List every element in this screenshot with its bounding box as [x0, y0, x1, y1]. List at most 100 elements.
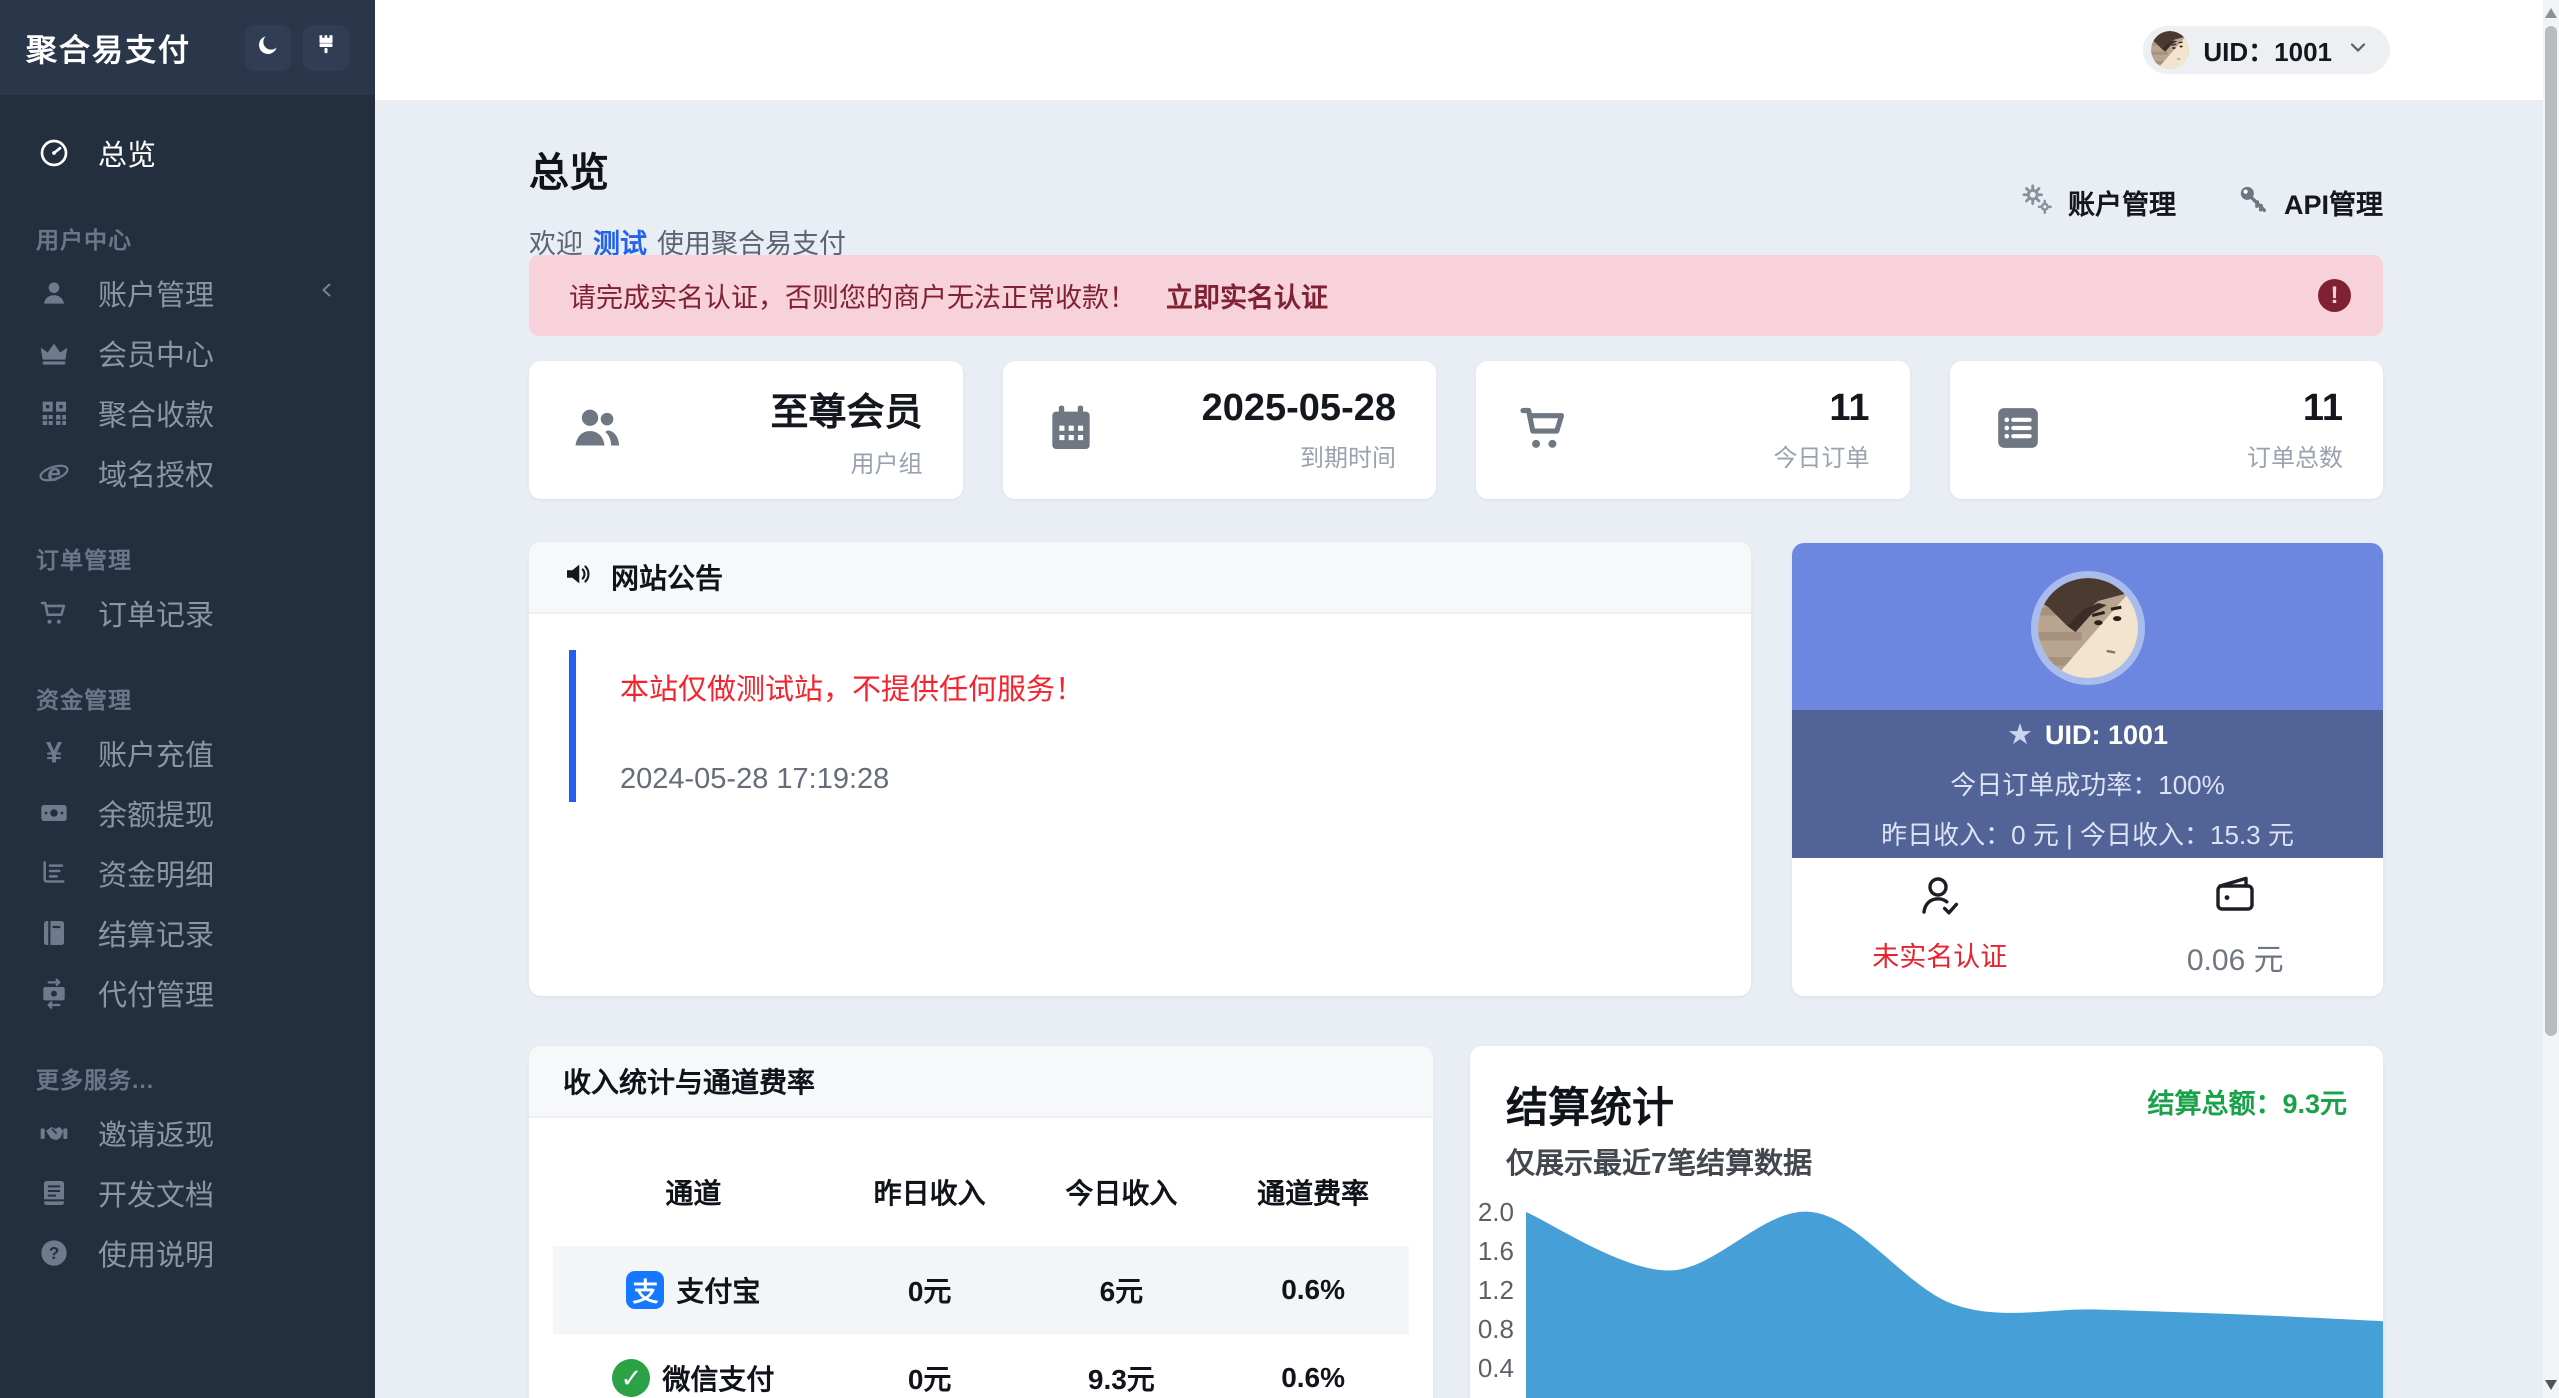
sidebar-item-membership[interactable]: 会员中心 [0, 323, 375, 383]
scroll-up-arrow-icon[interactable] [2545, 8, 2557, 18]
account-manage-label: 账户管理 [2068, 183, 2176, 222]
calendar-icon [1043, 400, 1099, 461]
chart-y-tick-label: 1.2 [1470, 1275, 1514, 1306]
announcement-header: 网站公告 [529, 542, 1751, 614]
page-title: 总览 [529, 140, 846, 198]
balance-cell: 0.06 元 [2088, 858, 2384, 996]
today-income: 9.3元 [1025, 1334, 1217, 1398]
sidebar-item-fund-details[interactable]: 资金明细 [0, 843, 375, 903]
settlement-chart-card: 结算统计 结算总额：9.3元 仅展示最近7笔结算数据 2.0 1.6 1.2 0.8 0… [1470, 1046, 2383, 1398]
question-circle-icon: ? [36, 1235, 72, 1271]
sidebar-item-label: 会员中心 [98, 332, 214, 374]
users-icon [569, 400, 625, 461]
settlement-total: 结算总额：9.3元 [2147, 1082, 2347, 1121]
col-channel: 通道 [553, 1154, 834, 1246]
channel-name: 支付宝 [676, 1270, 760, 1310]
sidebar-item-label: 结算记录 [98, 912, 214, 954]
stat-label: 用户组 [770, 444, 922, 479]
gears-icon [2020, 182, 2054, 223]
stat-label: 到期时间 [1202, 438, 1396, 473]
uid-label: UID：1001 [2203, 32, 2332, 69]
theme-button[interactable] [303, 25, 349, 71]
income-table: 通道 昨日收入 今日收入 通道费率 支支付宝 0元 6元 0.6% ✓微信支付 [553, 1154, 1409, 1398]
speaker-icon [563, 558, 595, 597]
sidebar-item-label: 使用说明 [98, 1232, 214, 1274]
sidebar-section-order-management: 订单管理 [0, 541, 375, 575]
sidebar-item-account[interactable]: 账户管理 [0, 263, 375, 323]
sidebar-item-label: 代付管理 [98, 972, 214, 1014]
user-menu-button[interactable]: UID：1001 [2143, 26, 2390, 74]
income-table-header: 收入统计与通道费率 [529, 1046, 1433, 1118]
sidebar-item-user-guide[interactable]: ? 使用说明 [0, 1223, 375, 1283]
sidebar-section-user-center: 用户中心 [0, 221, 375, 255]
topbar: UID：1001 [375, 0, 2543, 101]
chart-y-tick-label: 1.6 [1470, 1236, 1514, 1267]
api-manage-link[interactable]: API管理 [2236, 182, 2383, 223]
profile-uid-value: UID: 1001 [2045, 720, 2168, 750]
verify-status-cell[interactable]: 未实名认证 [1792, 858, 2088, 996]
sidebar-item-domain-auth[interactable]: e 域名授权 [0, 443, 375, 503]
table-row: 支支付宝 0元 6元 0.6% [553, 1246, 1409, 1334]
svg-text:¥: ¥ [46, 737, 63, 769]
settlement-chart: 2.0 1.6 1.2 0.8 0.4 [1470, 1196, 2383, 1398]
sidebar-item-aggregate-collection[interactable]: 聚合收款 [0, 383, 375, 443]
alert-message: 请完成实名认证，否则您的商户无法正常收款！ [569, 276, 1136, 315]
stat-label: 订单总数 [2247, 438, 2343, 473]
sidebar-item-order-records[interactable]: 订单记录 [0, 583, 375, 643]
scroll-down-arrow-icon[interactable] [2545, 1380, 2557, 1390]
settlement-title: 结算统计 [1506, 1074, 1674, 1135]
announcement-item: 本站仅做测试站，不提供任何服务！ 2024-05-28 17:19:28 [569, 650, 1711, 802]
paint-brush-icon [313, 32, 339, 63]
dark-mode-toggle-button[interactable] [245, 25, 291, 71]
cart-icon [36, 595, 72, 631]
chevron-down-icon [2346, 35, 2370, 66]
sidebar-item-label: 邀请返现 [98, 1112, 214, 1154]
col-today: 今日收入 [1025, 1154, 1217, 1246]
announcement-text: 本站仅做测试站，不提供任何服务！ [620, 666, 1711, 708]
wallet-icon [2211, 872, 2259, 925]
profile-success-rate: 今日订单成功率：100% [1950, 765, 2225, 802]
cart-icon [1516, 400, 1572, 461]
yesterday-income: 0元 [834, 1246, 1026, 1334]
avatar [2151, 31, 2189, 69]
star-icon: ★ [2007, 719, 2033, 751]
channel-rate: 0.6% [1217, 1246, 1409, 1334]
sidebar-item-label: 域名授权 [98, 452, 214, 494]
sidebar-item-dev-docs[interactable]: 开发文档 [0, 1163, 375, 1223]
sidebar-item-invite-rebate[interactable]: 邀请返现 [0, 1103, 375, 1163]
profile-banner [1792, 543, 2383, 710]
announcement-title: 网站公告 [611, 557, 723, 597]
sidebar-item-withdraw[interactable]: 余额提现 [0, 783, 375, 843]
channel-rate: 0.6% [1217, 1334, 1409, 1398]
chart-y-tick-label: 0.8 [1470, 1314, 1514, 1345]
account-manage-link[interactable]: 账户管理 [2020, 182, 2176, 223]
stat-value: 11 [2247, 387, 2343, 430]
chart-lines-icon [36, 855, 72, 891]
sidebar-item-recharge[interactable]: ¥ 账户充值 [0, 723, 375, 783]
sidebar-item-payout-management[interactable]: 代付管理 [0, 963, 375, 1023]
api-manage-label: API管理 [2284, 183, 2383, 222]
stat-card-today-orders: 11 今日订单 [1476, 361, 1910, 499]
app-logo[interactable]: 聚合易支付 [26, 25, 233, 70]
sidebar-item-label: 聚合收款 [98, 392, 214, 434]
chart-y-tick-label: 0.4 [1470, 1353, 1514, 1384]
scrollbar[interactable] [2543, 0, 2559, 1398]
main-content: 总览 欢迎测试使用聚合易支付 账户管理 API管理 请完成实名认证，否则您的商户… [375, 100, 2543, 1398]
settlement-subtitle: 仅展示最近7笔结算数据 [1506, 1140, 1812, 1182]
avatar [2031, 571, 2145, 685]
money-transfer-icon [36, 975, 72, 1011]
sidebar-item-settlement-records[interactable]: 结算记录 [0, 903, 375, 963]
table-row: ✓微信支付 0元 9.3元 0.6% [553, 1334, 1409, 1398]
alipay-icon: 支 [626, 1271, 664, 1309]
globe-e-icon: e [36, 455, 72, 491]
journal-icon [36, 915, 72, 951]
verify-alert: 请完成实名认证，否则您的商户无法正常收款！ 立即实名认证 ! [529, 255, 2383, 336]
chart-y-tick-label: 2.0 [1470, 1197, 1514, 1228]
dashboard-icon [36, 135, 72, 171]
announcement-card: 网站公告 本站仅做测试站，不提供任何服务！ 2024-05-28 17:19:2… [529, 542, 1751, 996]
book-icon [36, 1175, 72, 1211]
scrollbar-thumb[interactable] [2545, 26, 2557, 1036]
verify-now-link[interactable]: 立即实名认证 [1166, 276, 1328, 315]
sidebar-item-overview[interactable]: 总览 [0, 123, 375, 183]
income-table-card: 收入统计与通道费率 通道 昨日收入 今日收入 通道费率 支支付宝 0元 6元 [529, 1046, 1433, 1398]
